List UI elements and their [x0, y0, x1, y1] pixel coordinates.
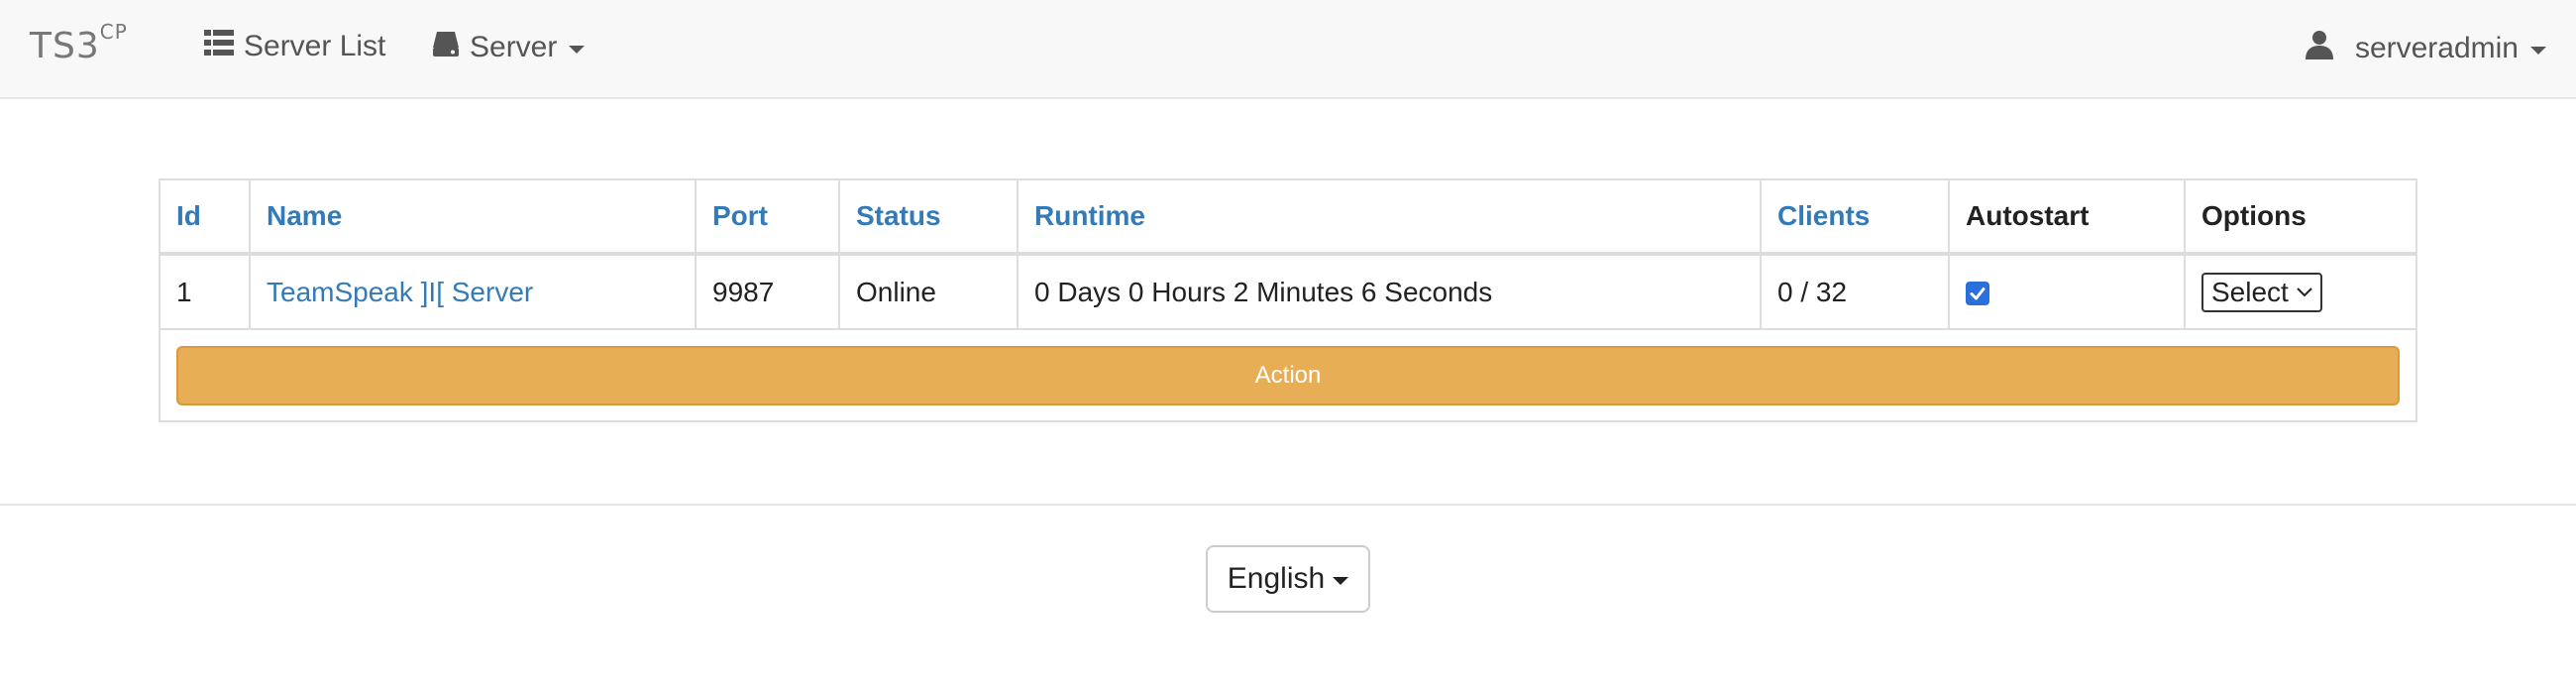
hard-drive-icon — [432, 30, 460, 65]
cell-port: 9987 — [696, 254, 840, 330]
server-name-link[interactable]: TeamSpeak ]I[ Server — [267, 277, 533, 307]
table-row: 1 TeamSpeak ]I[ Server 9987 Online 0 Day… — [161, 254, 2415, 330]
server-table-panel: Id Name Port Status Runtime Clients Auto… — [159, 178, 2417, 422]
chevron-down-icon — [569, 46, 586, 54]
top-navbar: TS3CP Server List Server serveradmin — [0, 0, 2576, 99]
column-header-runtime[interactable]: Runtime — [1018, 180, 1762, 256]
nav-user-dropdown[interactable]: serveradmin — [2305, 30, 2546, 67]
nav-user-label: serveradmin — [2354, 32, 2519, 64]
action-button[interactable]: Action — [176, 346, 2400, 405]
language-label: English — [1227, 562, 1326, 595]
cell-name: TeamSpeak ]I[ Server — [250, 254, 697, 330]
list-icon — [204, 30, 234, 63]
cell-autostart — [1949, 254, 2186, 330]
cell-options: Select — [2185, 254, 2415, 330]
brand-text: TS3 — [30, 26, 100, 66]
brand-logo[interactable]: TS3CP — [30, 20, 128, 66]
autostart-checkbox[interactable] — [1966, 282, 1989, 306]
nav-server-list-label: Server List — [244, 30, 386, 62]
user-icon — [2305, 30, 2333, 67]
column-header-name[interactable]: Name — [250, 180, 697, 256]
table-header-row: Id Name Port Status Runtime Clients Auto… — [161, 180, 2415, 256]
cell-status: Online — [839, 254, 1019, 330]
nav-server-list[interactable]: Server List — [204, 30, 385, 63]
options-select-value: Select — [2211, 276, 2289, 307]
cell-runtime: 0 Days 0 Hours 2 Minutes 6 Seconds — [1018, 254, 1762, 330]
server-table: Id Name Port Status Runtime Clients Auto… — [161, 180, 2415, 330]
column-header-id[interactable]: Id — [161, 180, 251, 256]
cell-clients: 0 / 32 — [1761, 254, 1950, 330]
column-header-port[interactable]: Port — [696, 180, 840, 256]
column-header-options: Options — [2185, 180, 2415, 256]
chevron-down-icon — [1333, 577, 1349, 585]
chevron-down-icon — [2297, 282, 2312, 302]
options-select[interactable]: Select — [2201, 272, 2322, 312]
column-header-autostart: Autostart — [1949, 180, 2186, 256]
column-header-status[interactable]: Status — [839, 180, 1019, 256]
checkmark-icon — [1970, 288, 1986, 300]
chevron-down-icon — [2530, 47, 2546, 55]
action-row: Action — [161, 330, 2415, 421]
cell-id: 1 — [161, 254, 251, 330]
brand-superscript: CP — [99, 20, 128, 44]
nav-server-dropdown[interactable]: Server — [432, 30, 586, 65]
column-header-clients[interactable]: Clients — [1761, 180, 1950, 256]
language-dropdown[interactable]: English — [1206, 545, 1370, 613]
nav-server-label: Server — [470, 31, 558, 63]
footer-divider — [0, 504, 2576, 506]
